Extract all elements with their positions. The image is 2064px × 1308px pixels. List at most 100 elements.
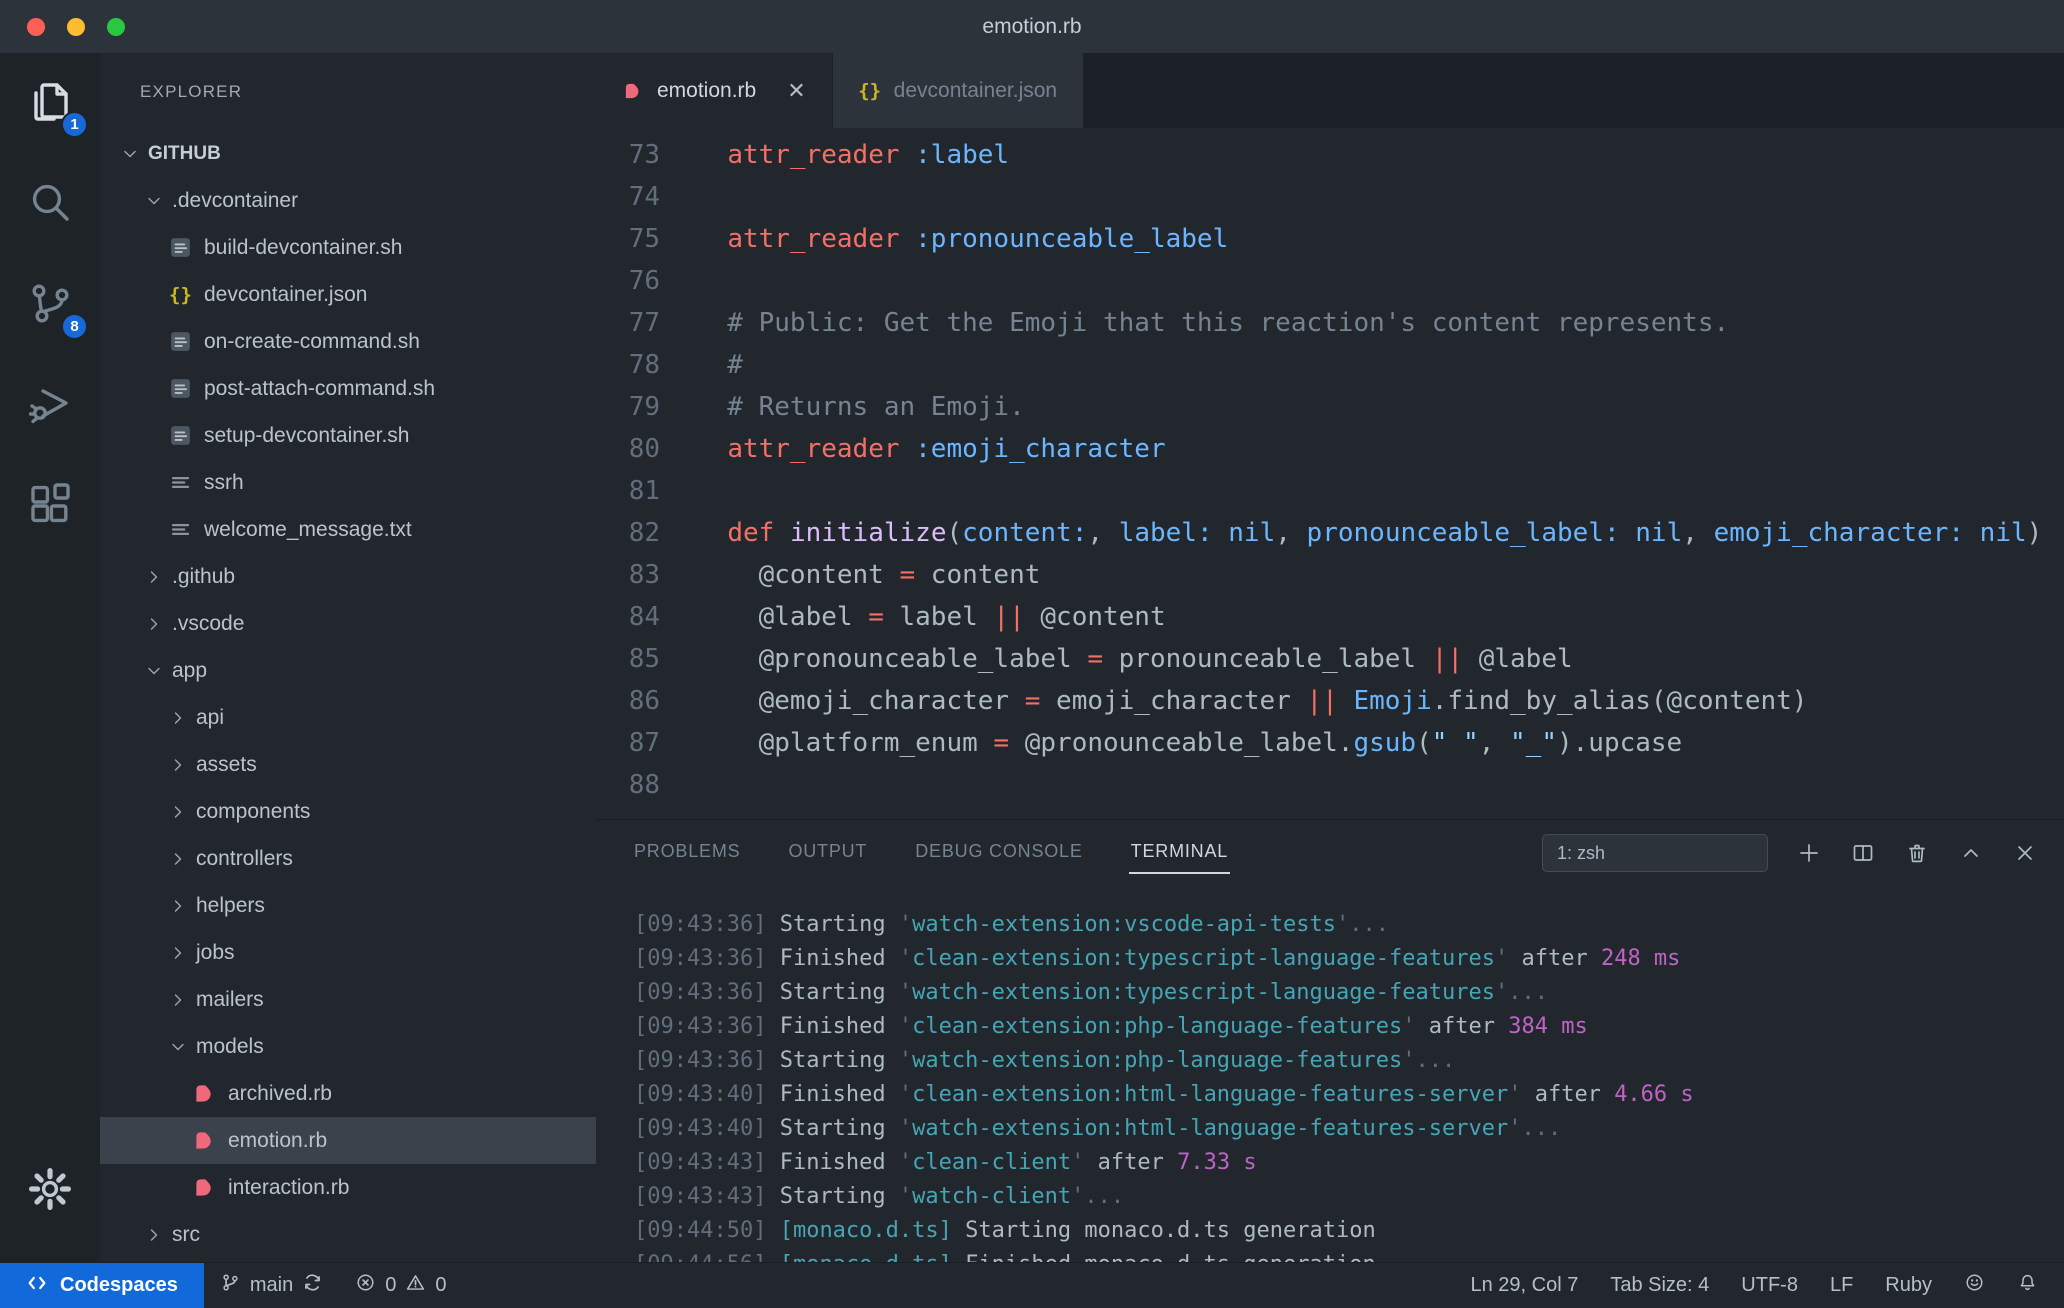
line-number: 78 [628,350,660,380]
tree-item-post-attach-command-sh[interactable]: post-attach-command.sh [100,365,596,412]
code-line-88[interactable]: 88 [596,764,2064,806]
terminal-line: [09:43:36] Finished 'clean-extension:php… [634,1014,1588,1039]
tree-item-label: helpers [196,893,265,917]
tree-item-helpers[interactable]: helpers [100,882,596,929]
code-line-75[interactable]: 75 attr_reader :pronounceable_label [596,218,2064,260]
tree-item-label: jobs [196,940,235,964]
code-editor[interactable]: 73 attr_reader :label 74 75 attr_reader :p… [596,128,2064,819]
tree-item--github[interactable]: .github [100,553,596,600]
code-line-78[interactable]: 78 # [596,344,2064,386]
code-line-81[interactable]: 81 [596,470,2064,512]
tree-item-controllers[interactable]: controllers [100,835,596,882]
txt-file-icon [168,517,193,542]
activity-extensions[interactable] [0,457,100,558]
code-line-74[interactable]: 74 [596,176,2064,218]
tab-devcontainer-json[interactable]: {} devcontainer.json [832,53,1085,128]
terminal-shell-select[interactable]: 1: zsh [1542,834,1772,875]
tree-item-assets[interactable]: assets [100,741,596,788]
tree-item-label: GITHUB [148,142,221,164]
code-line-86[interactable]: 86 @emoji_character = emoji_character ||… [596,680,2064,722]
tree-item--vscode[interactable]: .vscode [100,600,596,647]
tree-item-jobs[interactable]: jobs [100,929,596,976]
tree-item-github[interactable]: GITHUB [100,130,596,177]
code-line-84[interactable]: 84 @label = label || @content [596,596,2064,638]
code-line-85[interactable]: 85 @pronounceable_label = pronounceable_… [596,638,2064,680]
kill-terminal-button[interactable] [1904,840,1930,866]
code-line-83[interactable]: 83 @content = content [596,554,2064,596]
minimize-window-button[interactable] [67,17,85,36]
tree-item-label: .github [172,564,236,588]
activity-source-control[interactable]: 8 [0,255,100,356]
activity-run-debug[interactable] [0,356,100,457]
tree-item-label: interaction.rb [228,1175,350,1199]
tree-item-components[interactable]: components [100,788,596,835]
panel-tab-problems[interactable]: PROBLEMS [632,820,742,886]
tree-item-mailers[interactable]: mailers [100,976,596,1023]
tree-item-build-devcontainer-sh[interactable]: build-devcontainer.sh [100,224,596,271]
close-window-button[interactable] [27,17,45,36]
code-line-73[interactable]: 73 attr_reader :label [596,134,2064,176]
code-line-79[interactable]: 79 # Returns an Emoji. [596,386,2064,428]
codespaces-remote-button[interactable]: Codespaces [0,1262,204,1308]
line-number: 75 [628,224,660,254]
tree-item-archived-rb[interactable]: archived.rb [100,1070,596,1117]
status-bar: Codespaces main 0 0 Ln 29, Col 7 Tab Siz… [0,1262,2064,1308]
eol-indicator[interactable]: LF [1814,1263,1869,1308]
tree-item-app[interactable]: app [100,647,596,694]
tree-item-models[interactable]: models [100,1023,596,1070]
activity-explorer[interactable]: 1 [0,53,100,154]
tree-item-setup-devcontainer-sh[interactable]: setup-devcontainer.sh [100,412,596,459]
tab-size-indicator[interactable]: Tab Size: 4 [1594,1263,1725,1308]
problems-status[interactable]: 0 0 [339,1263,462,1308]
code-line-80[interactable]: 80 attr_reader :emoji_character [596,428,2064,470]
branch-button[interactable]: main [204,1263,339,1308]
zoom-window-button[interactable] [107,17,125,36]
tab-emotion-rb[interactable]: emotion.rb ✕ [596,53,833,128]
code-line-76[interactable]: 76 [596,260,2064,302]
panel-tab-terminal[interactable]: TERMINAL [1128,820,1231,886]
line-number: 84 [628,602,660,632]
language-indicator[interactable]: Ruby [1869,1263,1948,1308]
tree-item--devcontainer[interactable]: .devcontainer [100,177,596,224]
close-panel-button[interactable] [2012,840,2038,866]
code-text: attr_reader :emoji_character [727,434,1166,464]
code-line-77[interactable]: 77 # Public: Get the Emoji that this rea… [596,302,2064,344]
tree-item-on-create-command-sh[interactable]: on-create-command.sh [100,318,596,365]
settings-button[interactable] [0,1146,100,1236]
activity-search[interactable] [0,154,100,255]
panel-tab-output[interactable]: OUTPUT [786,820,869,886]
txt-file-icon [168,470,193,495]
explorer-sidebar: EXPLORER GITHUB .devcontainer build-devcon… [100,53,596,1262]
code-line-87[interactable]: 87 @platform_enum = @pronounceable_label… [596,722,2064,764]
new-terminal-button[interactable] [1796,840,1822,866]
tree-item-api[interactable]: api [100,694,596,741]
feedback-smiley-button[interactable] [1948,1263,2001,1308]
tree-item-interaction-rb[interactable]: interaction.rb [100,1164,596,1211]
tree-item-ssrh[interactable]: ssrh [100,459,596,506]
terminal-output[interactable]: [09:43:36] Starting 'watch-extension:vsc… [596,886,2064,1282]
terminal-line: [09:43:36] Finished 'clean-extension:typ… [634,946,1681,971]
chevron-down-icon [120,144,148,164]
code-text: def initialize(content:, label: nil, pro… [727,518,2043,548]
tree-item-welcome-message-txt[interactable]: welcome_message.txt [100,506,596,553]
line-number: 83 [628,560,660,590]
encoding-indicator[interactable]: UTF-8 [1725,1263,1814,1308]
panel-tab-debug-console[interactable]: DEBUG CONSOLE [913,820,1084,886]
tree-item-label: mailers [196,987,264,1011]
terminal-line: [09:43:36] Starting 'watch-extension:typ… [634,980,1548,1005]
tree-item-src[interactable]: src [100,1211,596,1258]
code-text: # [696,350,743,380]
cursor-position[interactable]: Ln 29, Col 7 [1454,1263,1594,1308]
terminal-line: [09:43:36] Starting 'watch-extension:vsc… [634,912,1389,937]
split-terminal-button[interactable] [1850,840,1876,866]
branch-icon [220,1272,241,1299]
code-line-82[interactable]: 82 def initialize(content:, label: nil, … [596,512,2064,554]
notifications-bell-button[interactable] [2001,1263,2054,1308]
close-tab-icon[interactable]: ✕ [787,78,805,104]
maximize-panel-button[interactable] [1958,840,1984,866]
chevron-right-icon [168,755,196,775]
tree-item-devcontainer-json[interactable]: {} devcontainer.json [100,271,596,318]
tree-item-emotion-rb[interactable]: emotion.rb [100,1117,596,1164]
